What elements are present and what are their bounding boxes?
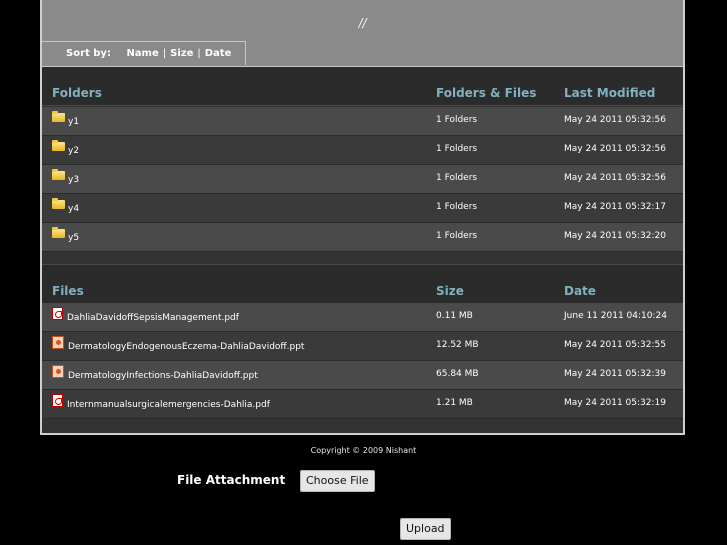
- folder-name: y1: [68, 117, 80, 127]
- sort-by-date-link[interactable]: Date: [205, 48, 232, 59]
- ppt-icon: [52, 336, 64, 349]
- folder-icon: [52, 169, 65, 180]
- date-column-header: Date: [564, 284, 596, 298]
- files-column-header: Files: [52, 284, 84, 298]
- sort-separator: |: [162, 48, 167, 59]
- file-date: May 24 2011 05:32:39: [564, 369, 666, 379]
- sort-by-size-link[interactable]: Size: [170, 48, 193, 59]
- folders-files-column-header: Folders & Files: [436, 86, 537, 100]
- last-modified-column-header: Last Modified: [564, 86, 656, 100]
- folder-modified: May 24 2011 05:32:17: [564, 202, 666, 212]
- folder-name: y3: [68, 175, 80, 185]
- file-name: Internmanualsurgicalemergencies-Dahlia.p…: [67, 400, 270, 410]
- file-row[interactable]: DahliaDavidoffSepsisManagement.pdf 0.11 …: [42, 303, 683, 332]
- folder-count: 1 Folders: [436, 173, 478, 183]
- file-date: May 24 2011 05:32:55: [564, 340, 666, 350]
- files-header-row: Files Size Date: [42, 264, 683, 304]
- file-row[interactable]: DermatologyInfections-DahliaDavidoff.ppt…: [42, 361, 683, 390]
- folder-count: 1 Folders: [436, 231, 478, 241]
- upload-button[interactable]: Upload: [400, 518, 451, 540]
- file-name: DermatologyInfections-DahliaDavidoff.ppt: [68, 371, 258, 381]
- file-link[interactable]: Internmanualsurgicalemergencies-Dahlia.p…: [52, 394, 270, 410]
- folder-count: 1 Folders: [436, 115, 478, 125]
- sort-bar: Sort by: Name | Size | Date: [42, 41, 246, 65]
- folder-link-y2[interactable]: y2: [52, 140, 79, 156]
- folder-row[interactable]: y5 1 Folders May 24 2011 05:32:20: [42, 223, 683, 252]
- folder-row[interactable]: y3 1 Folders May 24 2011 05:32:56: [42, 165, 683, 194]
- file-size: 65.84 MB: [436, 369, 479, 379]
- sort-by-name-link[interactable]: Name: [126, 48, 158, 59]
- folder-link-y3[interactable]: y3: [52, 169, 79, 185]
- folder-row[interactable]: y4 1 Folders May 24 2011 05:32:17: [42, 194, 683, 223]
- file-link[interactable]: DahliaDavidoffSepsisManagement.pdf: [52, 307, 239, 323]
- file-size: 12.52 MB: [436, 340, 479, 350]
- banner: // Sort by: Name | Size | Date: [42, 0, 683, 67]
- file-size: 0.11 MB: [436, 311, 473, 321]
- folder-modified: May 24 2011 05:32:56: [564, 115, 666, 125]
- file-date: June 11 2011 04:10:24: [564, 311, 667, 321]
- size-column-header: Size: [436, 284, 464, 298]
- current-path: //: [358, 16, 367, 30]
- folder-link-y5[interactable]: y5: [52, 227, 79, 243]
- folder-modified: May 24 2011 05:32:56: [564, 144, 666, 154]
- folders-column-header: Folders: [52, 86, 102, 100]
- sort-label: Sort by:: [66, 48, 111, 59]
- pdf-icon: [52, 394, 63, 407]
- copyright-text: Copyright © 2009 Nishant: [310, 446, 417, 455]
- folder-icon: [52, 227, 65, 238]
- ppt-icon: [52, 365, 64, 378]
- file-attachment-label: File Attachment: [177, 473, 286, 487]
- file-row[interactable]: DermatologyEndogenousEczema-DahliaDavido…: [42, 332, 683, 361]
- folder-name: y2: [68, 146, 80, 156]
- folder-count: 1 Folders: [436, 202, 478, 212]
- file-name: DermatologyEndogenousEczema-DahliaDavido…: [68, 342, 305, 352]
- folder-row[interactable]: y2 1 Folders May 24 2011 05:32:56: [42, 136, 683, 165]
- folder-link-y1[interactable]: y1: [52, 111, 79, 127]
- folder-modified: May 24 2011 05:32:20: [564, 231, 666, 241]
- folder-icon: [52, 198, 65, 209]
- file-size: 1.21 MB: [436, 398, 473, 408]
- folders-header-row: Folders Folders & Files Last Modified: [42, 67, 683, 106]
- file-link[interactable]: DermatologyInfections-DahliaDavidoff.ppt: [52, 365, 258, 381]
- folder-icon: [52, 140, 65, 151]
- sort-separator: |: [197, 48, 201, 59]
- file-name: DahliaDavidoffSepsisManagement.pdf: [67, 313, 239, 323]
- choose-file-button[interactable]: Choose File: [300, 470, 375, 492]
- file-browser-panel: // Sort by: Name | Size | Date Folders Folde…: [40, 0, 685, 435]
- file-link[interactable]: DermatologyEndogenousEczema-DahliaDavido…: [52, 336, 305, 352]
- pdf-icon: [52, 307, 63, 320]
- file-date: May 24 2011 05:32:19: [564, 398, 666, 408]
- file-row[interactable]: Internmanualsurgicalemergencies-Dahlia.p…: [42, 390, 683, 419]
- folder-count: 1 Folders: [436, 144, 478, 154]
- folder-name: y4: [68, 204, 80, 214]
- folder-row[interactable]: y1 1 Folders May 24 2011 05:32:56: [42, 107, 683, 136]
- folder-icon: [52, 111, 65, 122]
- folder-name: y5: [68, 233, 80, 243]
- folder-link-y4[interactable]: y4: [52, 198, 79, 214]
- folder-modified: May 24 2011 05:32:56: [564, 173, 666, 183]
